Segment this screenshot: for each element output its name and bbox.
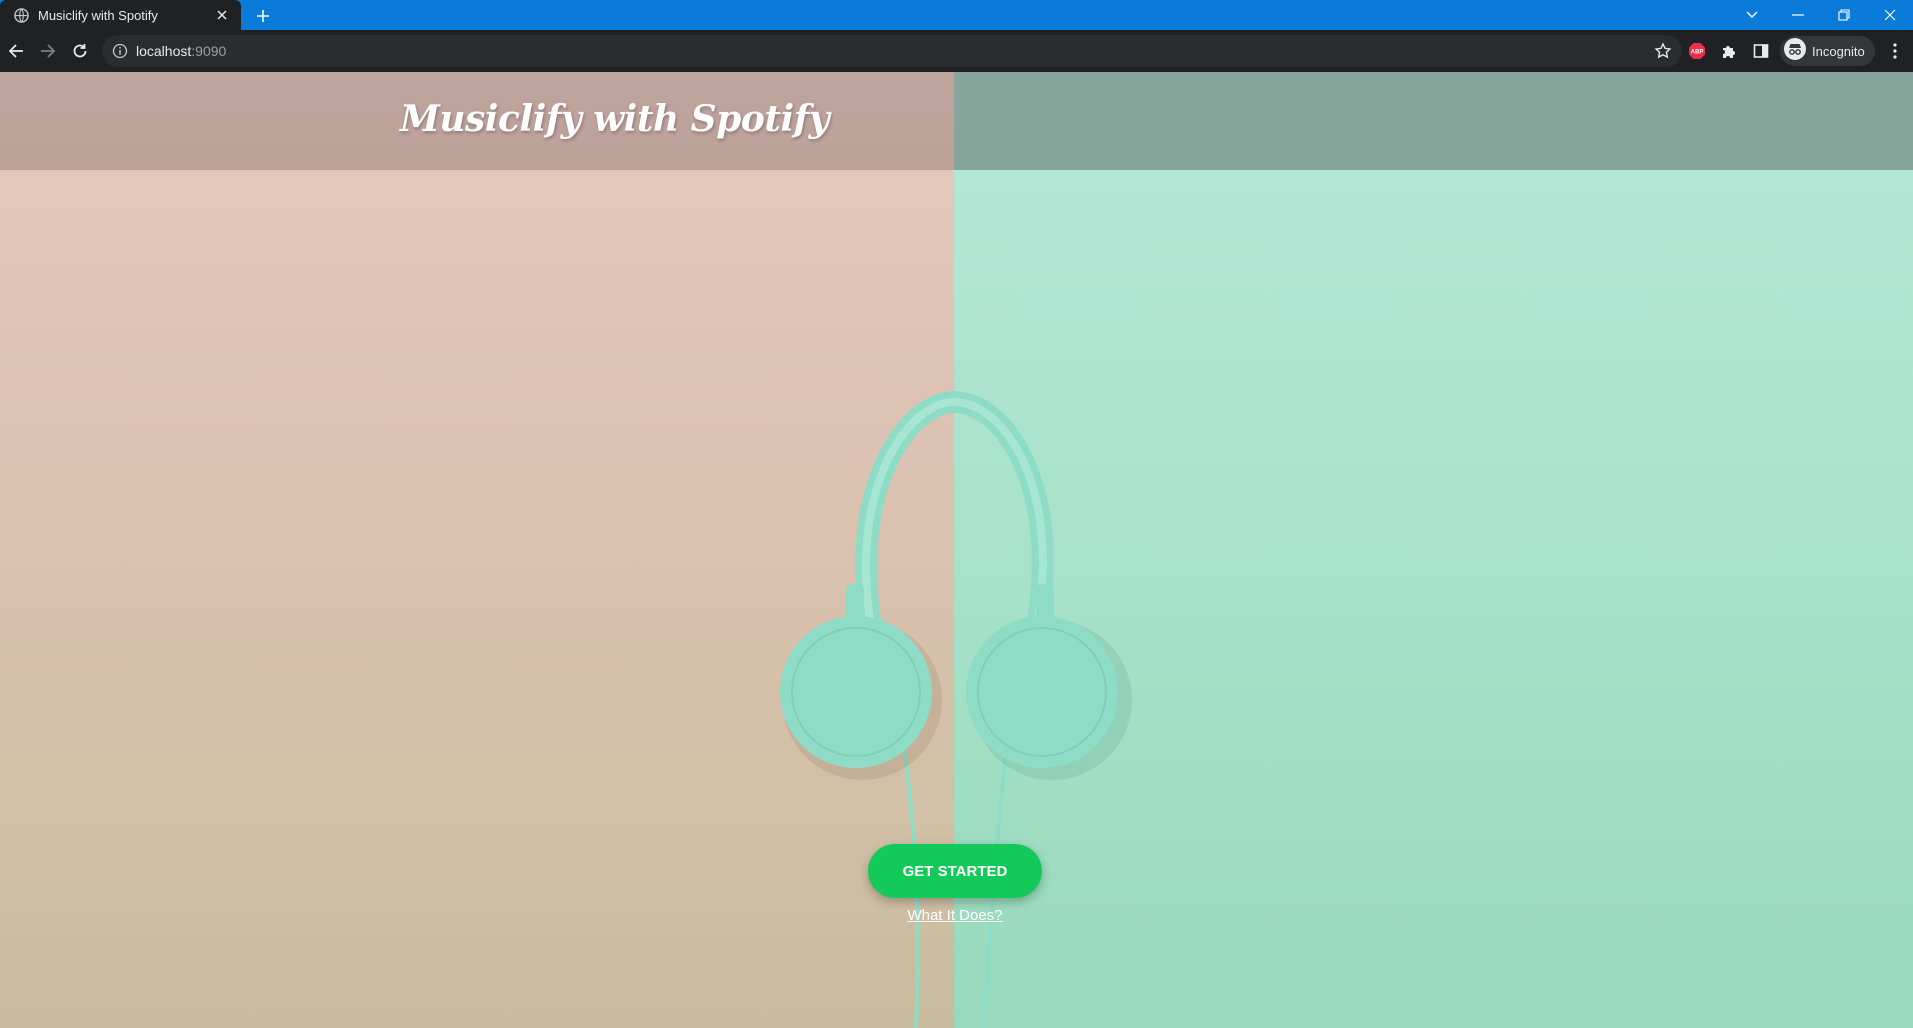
adblock-icon[interactable]: ABP: [1686, 40, 1708, 62]
back-arrow-icon[interactable]: [3, 38, 29, 64]
side-panel-icon[interactable]: [1750, 40, 1772, 62]
page-title: Musiclify with Spotify: [400, 98, 830, 140]
globe-icon: [14, 7, 29, 23]
svg-text:ABP: ABP: [1691, 50, 1704, 56]
browser-tab[interactable]: Musiclify with Spotify: [0, 0, 241, 30]
profile-label: Incognito: [1812, 43, 1865, 59]
header-banner-right: [954, 72, 1913, 170]
reload-icon[interactable]: [67, 38, 93, 64]
tab-title: Musiclify with Spotify: [38, 7, 158, 23]
address-bar[interactable]: localhost:9090: [102, 35, 1682, 67]
minimize-icon[interactable]: [1775, 0, 1821, 30]
browser-tab-bar: Musiclify with Spotify: [0, 0, 1913, 30]
browser-toolbar: localhost:9090 ABP Incognito: [0, 30, 1913, 72]
puzzle-icon[interactable]: [1718, 40, 1740, 62]
close-tab-icon[interactable]: [211, 4, 233, 26]
url-host: localhost: [136, 43, 192, 59]
kebab-menu-icon[interactable]: [1884, 40, 1906, 62]
incognito-icon: [1784, 37, 1806, 65]
url-port: :9090: [191, 43, 227, 59]
new-tab-button[interactable]: [251, 4, 275, 28]
incognito-profile-button[interactable]: Incognito: [1780, 36, 1875, 66]
page-viewport: Musiclify with Spotify GET STARTED What …: [0, 72, 1913, 1028]
get-started-button[interactable]: GET STARTED: [868, 844, 1042, 898]
url-text: localhost:9090: [136, 43, 226, 59]
close-window-icon[interactable]: [1867, 0, 1913, 30]
header-banner: Musiclify with Spotify: [0, 72, 1913, 170]
what-it-does-link[interactable]: What It Does?: [905, 907, 1005, 924]
site-info-icon[interactable]: [112, 43, 128, 59]
forward-arrow-icon[interactable]: [35, 38, 61, 64]
bookmark-star-icon[interactable]: [1654, 42, 1672, 60]
tab-search-icon[interactable]: [1729, 0, 1775, 30]
restore-icon[interactable]: [1821, 0, 1867, 30]
